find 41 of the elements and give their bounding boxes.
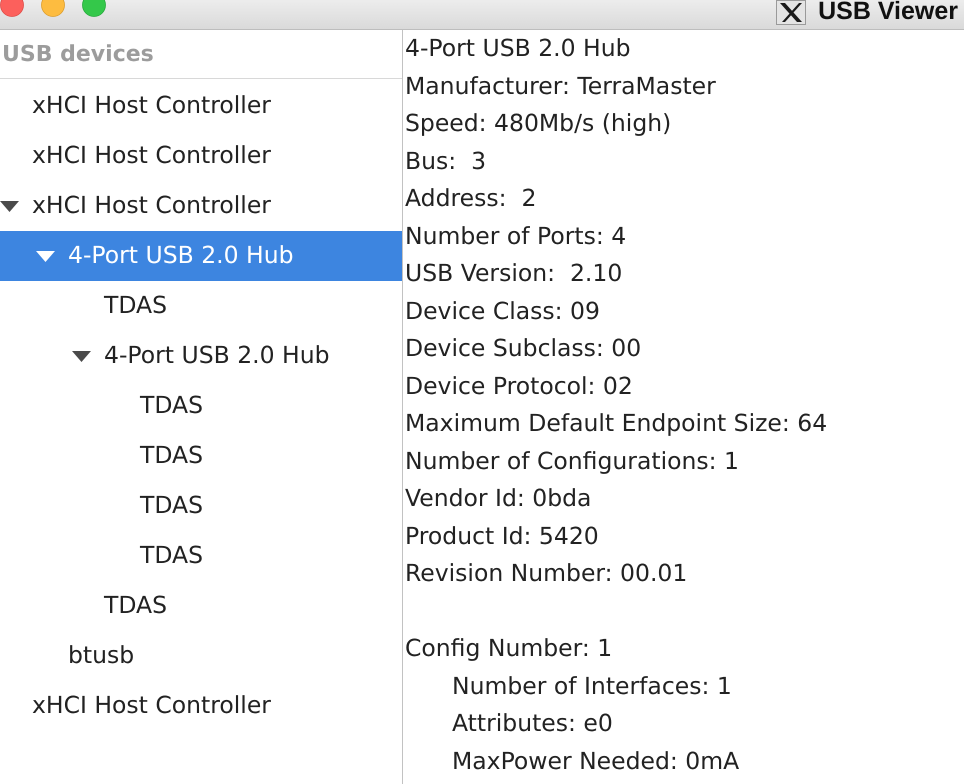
detail-line: Vendor Id: 0bda: [405, 483, 592, 514]
tree-item[interactable]: TDAS: [0, 581, 402, 631]
detail-line: Number of Ports: 4: [405, 220, 626, 252]
detail-line: 4-Port USB 2.0 Hub: [405, 33, 631, 64]
tree-item[interactable]: TDAS: [0, 431, 402, 481]
config-property: MaxPower Needed: 0mA: [451, 746, 740, 776]
tree-item[interactable]: TDAS: [0, 481, 402, 531]
detail-line: Bus: 3: [405, 146, 486, 176]
tree-item[interactable]: TDAS: [0, 531, 402, 581]
tree-item[interactable]: xHCI Host Controller: [0, 81, 402, 131]
zoom-button[interactable]: [82, 0, 106, 17]
x-logo-icon: [776, 0, 806, 25]
detail-line: USB Version: 2.10: [405, 258, 622, 289]
disclosure-triangle-icon[interactable]: [72, 350, 91, 362]
tree-header: USB devices: [1, 40, 154, 68]
tree-item[interactable]: xHCI Host Controller: [0, 681, 402, 731]
detail-line: Address: 2: [405, 183, 536, 214]
detail-line: Device Subclass: 00: [405, 333, 642, 364]
tree-item[interactable]: xHCI Host Controller: [0, 131, 402, 181]
close-button[interactable]: [0, 0, 24, 17]
tree-item[interactable]: 4-Port USB 2.0 Hub: [0, 331, 402, 381]
tree-item[interactable]: 4-Port USB 2.0 Hub: [0, 231, 402, 281]
disclosure-triangle-icon[interactable]: [36, 250, 55, 262]
detail-line: Speed: 480Mb/s (high): [405, 108, 672, 139]
tree-item[interactable]: TDAS: [0, 381, 402, 431]
config-property: Number of Interfaces: 1: [451, 670, 732, 702]
detail-line: Revision Number: 00.01: [405, 558, 688, 589]
disclosure-triangle-icon[interactable]: [0, 200, 19, 212]
tree-item[interactable]: xHCI Host Controller: [0, 181, 402, 231]
detail-line: Number of Configurations: 1: [405, 446, 739, 476]
config-title: Config Number: 1: [405, 633, 612, 664]
detail-line: Manufacturer: TerraMaster: [405, 70, 716, 102]
config-property: Attributes: e0: [451, 708, 613, 739]
tree-item[interactable]: btusb: [0, 631, 402, 681]
detail-line: Device Protocol: 02: [405, 370, 633, 402]
detail-line: Device Class: 09: [405, 296, 600, 326]
tree-item[interactable]: TDAS: [0, 281, 402, 331]
minimize-button[interactable]: [41, 0, 65, 17]
detail-line: Product Id: 5420: [405, 520, 599, 552]
detail-line: Maximum Default Endpoint Size: 64: [405, 408, 828, 439]
window-title: USB Viewer: [818, 0, 958, 22]
